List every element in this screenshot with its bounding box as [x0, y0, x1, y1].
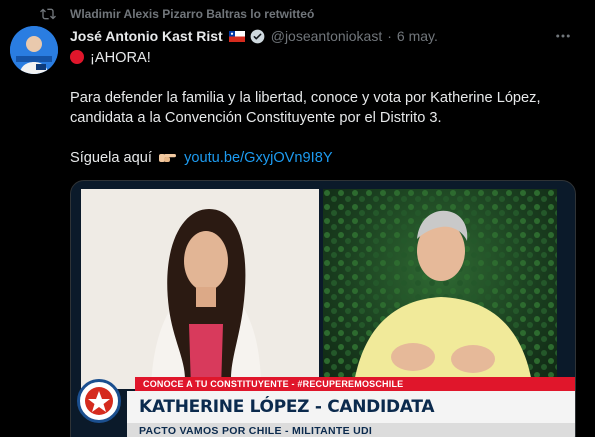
chile-flag-icon	[228, 30, 245, 42]
avatar-image	[10, 26, 58, 74]
pointing-hand-icon	[159, 154, 177, 162]
separator: ·	[387, 28, 392, 44]
tweet-date[interactable]: 6 may.	[397, 28, 438, 44]
banner-main: KATHERINE LÓPEZ - CANDIDATA CONSTITUYENT…	[127, 391, 575, 437]
kast-image	[323, 189, 557, 389]
retweet-label[interactable]: Wladimir Alexis Pizarro Baltras lo retwi…	[70, 7, 314, 21]
tweet-line-2: Para defender la familia y la libertad, …	[70, 90, 541, 126]
author-handle[interactable]: @joseantoniokast	[271, 28, 383, 44]
tweet-header: José Antonio Kast Rist @joseantoniokast …	[70, 27, 438, 45]
candidate-image	[81, 189, 319, 389]
video-panel-candidate	[81, 189, 319, 389]
video-lower-third: CONOCE A TU CONSTITUYENTE - #RECUPEREMOS…	[71, 377, 575, 437]
tweet-line-3-text: Síguela aquí	[70, 150, 152, 166]
youtube-link[interactable]: youtu.be/GxyjOVn9I8Y	[184, 150, 332, 166]
banner-top: CONOCE A TU CONSTITUYENTE - #RECUPEREMOS…	[135, 377, 575, 391]
retweet-indicator[interactable]: Wladimir Alexis Pizarro Baltras lo retwi…	[40, 6, 314, 22]
tweet-line-3: Síguela aquí youtu.be/GxyjOVn9I8Y	[70, 148, 575, 168]
tweet-line-1-text: ¡AHORA!	[90, 50, 151, 66]
author-name[interactable]: José Antonio Kast Rist	[70, 28, 223, 44]
tweet-body: ¡AHORA! Para defender la familia y la li…	[70, 48, 575, 188]
tweet-line-1: ¡AHORA!	[70, 48, 575, 68]
star-icon	[85, 387, 113, 415]
more-icon	[556, 34, 570, 38]
red-circle-icon	[70, 50, 84, 64]
verified-icon	[250, 29, 265, 43]
avatar[interactable]	[10, 26, 58, 74]
retweet-icon	[40, 8, 56, 20]
banner-sub: PACTO VAMOS POR CHILE - MILITANTE UDI	[127, 423, 575, 437]
video-thumbnail[interactable]: CONOCE A TU CONSTITUYENTE - #RECUPEREMOS…	[70, 180, 576, 437]
more-button[interactable]	[553, 27, 573, 45]
party-logo	[77, 379, 121, 423]
video-panel-kast	[323, 189, 557, 389]
